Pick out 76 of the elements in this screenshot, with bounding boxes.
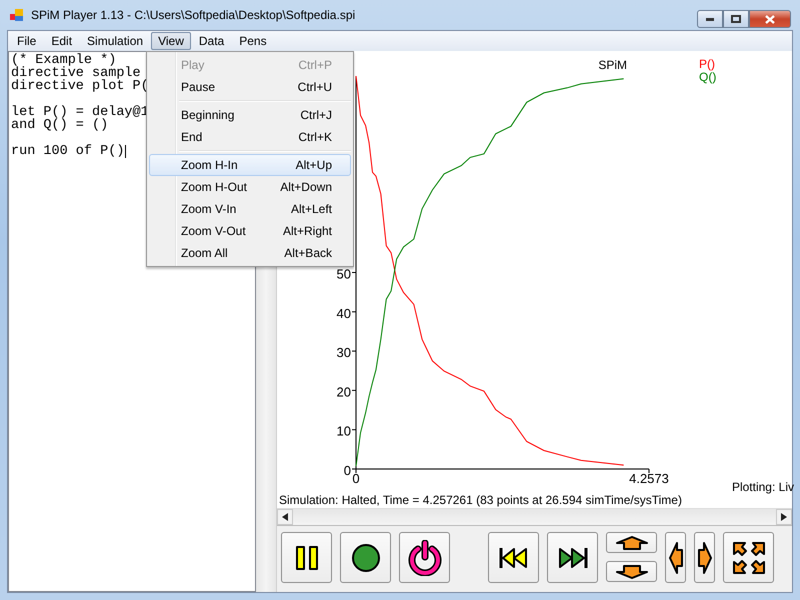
chart-title: SPiM bbox=[598, 58, 627, 72]
shortcut-label: Alt+Left bbox=[290, 202, 332, 216]
menu-entry-label: End bbox=[181, 130, 202, 144]
fast-forward-button[interactable] bbox=[547, 532, 598, 583]
code-line: and Q() = () bbox=[11, 119, 108, 132]
code-line: run 100 of P() bbox=[11, 145, 126, 158]
start-button[interactable] bbox=[340, 532, 391, 583]
code-line: directive sample bbox=[11, 67, 141, 80]
menu-item[interactable]: File bbox=[10, 32, 44, 50]
menu-entry-label: Beginning bbox=[181, 108, 234, 122]
app-icon bbox=[9, 7, 25, 23]
menu-item[interactable]: Edit bbox=[44, 32, 80, 50]
close-button[interactable] bbox=[749, 10, 791, 28]
right-arrow-icon bbox=[698, 540, 712, 574]
close-icon bbox=[765, 14, 775, 24]
legend-label: Q() bbox=[699, 70, 716, 84]
code-line: directive plot P( bbox=[11, 80, 149, 93]
menu-item[interactable]: Data bbox=[192, 32, 232, 50]
scroll-left-icon bbox=[282, 513, 288, 521]
y-tick-label: 0 bbox=[344, 463, 351, 478]
minimize-button[interactable] bbox=[697, 10, 723, 28]
menu-entry[interactable]: Zoom H-In Alt+Up bbox=[149, 154, 351, 176]
code-line: (* Example *) bbox=[11, 54, 116, 67]
menu-item[interactable]: Pens bbox=[232, 32, 274, 50]
left-arrow-icon bbox=[668, 540, 682, 574]
legend-label: P() bbox=[699, 57, 715, 71]
power-icon bbox=[408, 540, 442, 576]
rewind-button[interactable] bbox=[488, 532, 539, 583]
shortcut-label: Ctrl+P bbox=[298, 58, 332, 72]
zoom-all-button[interactable] bbox=[723, 532, 774, 583]
menu-entry-label: Zoom V-In bbox=[181, 202, 236, 216]
power-button[interactable] bbox=[399, 532, 450, 583]
left-button[interactable] bbox=[665, 532, 686, 583]
y-tick-label: 50 bbox=[336, 266, 351, 282]
y-tick-label: 10 bbox=[336, 424, 351, 439]
zoom-out-button[interactable] bbox=[606, 561, 657, 582]
window-title: SPiM Player 1.13 - C:\Users\Softpedia\Desktop\Softpedia.spi bbox=[31, 8, 356, 22]
horizontal-scrollbar[interactable] bbox=[277, 508, 792, 526]
menu-entry-label: Zoom H-Out bbox=[181, 180, 248, 194]
menu-item[interactable]: Simulation bbox=[80, 32, 150, 50]
text-cursor bbox=[125, 145, 126, 158]
y-tick-label: 40 bbox=[336, 306, 351, 321]
circle-icon bbox=[350, 542, 380, 572]
x-tick-label: 0 bbox=[352, 471, 360, 485]
pause-button[interactable] bbox=[281, 532, 332, 583]
zoom-in-button[interactable] bbox=[606, 532, 657, 553]
maximize-icon bbox=[731, 15, 741, 23]
rewind-icon bbox=[498, 546, 528, 568]
menu-entry-label: Zoom H-In bbox=[181, 158, 238, 172]
plotting-mode-label: Plotting: Liv bbox=[732, 481, 794, 493]
menu-entry-label: Zoom All bbox=[181, 246, 228, 260]
pause-icon bbox=[294, 544, 318, 570]
up-arrow-icon bbox=[614, 536, 648, 550]
menu-item[interactable]: View bbox=[151, 32, 191, 50]
y-tick-label: 20 bbox=[336, 384, 351, 400]
expand-icon bbox=[732, 540, 766, 574]
y-tick-label: 30 bbox=[336, 345, 351, 360]
right-button[interactable] bbox=[694, 532, 715, 583]
shortcut-label: Alt+Right bbox=[282, 224, 332, 238]
minimize-icon bbox=[706, 18, 714, 20]
shortcut-label: Ctrl+U bbox=[298, 80, 332, 94]
scroll-right-icon bbox=[781, 513, 787, 521]
maximize-button[interactable] bbox=[723, 10, 749, 28]
fast-forward-icon bbox=[558, 546, 588, 568]
menu-entry-label: Play bbox=[181, 58, 204, 72]
x-tick-label: 4.2573 bbox=[629, 471, 669, 485]
shortcut-label: Alt+Up bbox=[296, 158, 332, 172]
menu-entry-label: Pause bbox=[181, 80, 216, 94]
shortcut-label: Alt+Back bbox=[284, 246, 332, 260]
down-arrow-icon bbox=[614, 564, 648, 578]
status-text: Simulation: Halted, Time = 4.257261 (83 points at 26.594 simTime/sysTime) bbox=[278, 493, 683, 508]
shortcut-label: Alt+Down bbox=[280, 180, 332, 194]
menu-entry-label: Zoom V-Out bbox=[181, 224, 246, 238]
code-line: let P() = delay@1 bbox=[11, 106, 149, 119]
shortcut-label: Ctrl+K bbox=[298, 130, 332, 144]
shortcut-label: Ctrl+J bbox=[300, 108, 332, 122]
